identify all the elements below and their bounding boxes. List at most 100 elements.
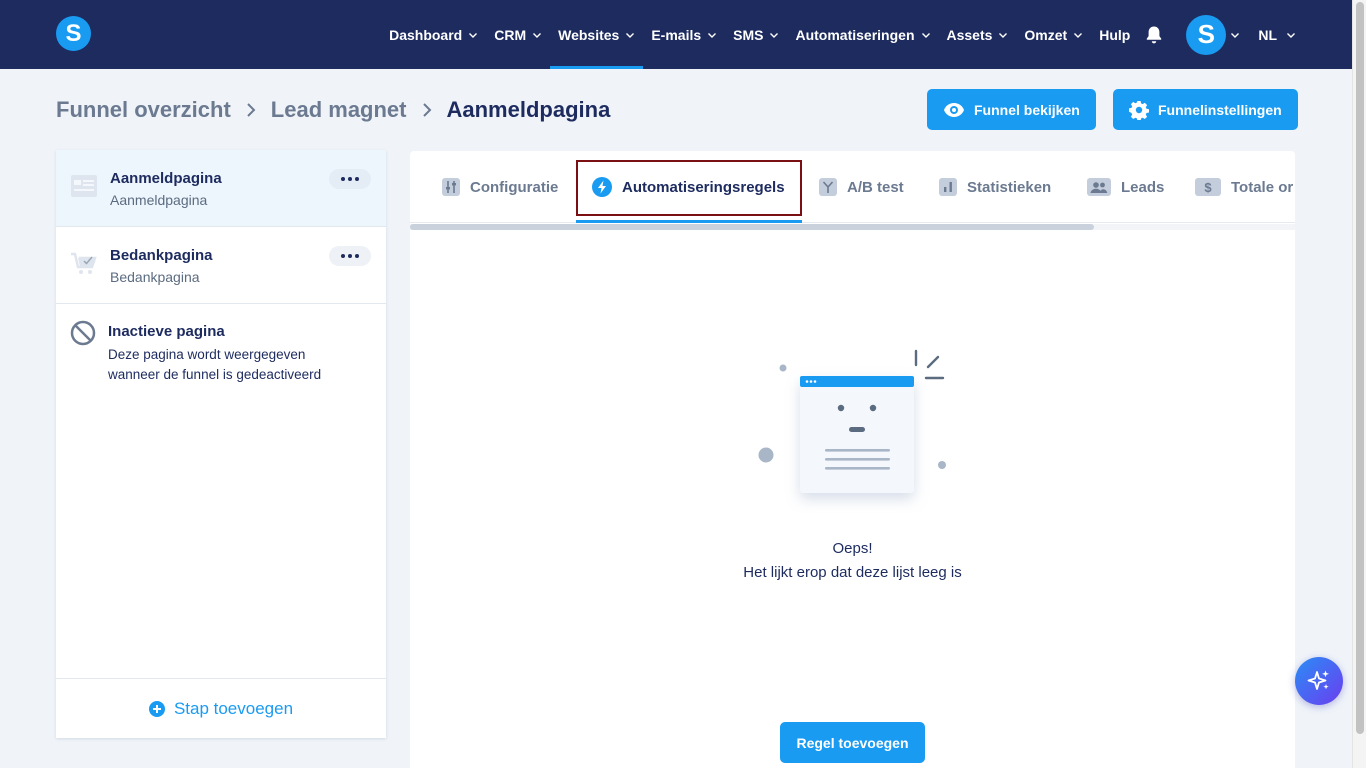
page-title-label: Aanmeldpagina: [110, 170, 222, 187]
nav-item-omzet[interactable]: Omzet: [1016, 0, 1091, 69]
split-icon: [819, 178, 837, 196]
inactive-page-description: Deze pagina wordt weergegeven wanneer de…: [108, 347, 322, 382]
tab-leads[interactable]: Leads: [1087, 151, 1164, 223]
dot: [355, 254, 359, 258]
nav-item-emails[interactable]: E-mails: [643, 0, 725, 69]
add-step-label: Stap toevoegen: [173, 698, 294, 718]
form-page-icon: [71, 175, 97, 197]
tab-label: Configuratie: [470, 178, 559, 196]
chevron-right-icon: [247, 103, 256, 117]
tab-totale-omzet[interactable]: $ Totale or: [1195, 151, 1293, 223]
logo-letter: S: [65, 19, 82, 47]
svg-text:$: $: [1204, 180, 1212, 195]
nav-label: Hulp: [1099, 26, 1131, 43]
chevron-down-icon: [469, 32, 478, 38]
funnel-settings-label: Funnelinstellingen: [1158, 101, 1282, 118]
nav-item-websites[interactable]: Websites: [550, 0, 644, 69]
scrollbar-thumb[interactable]: [1356, 2, 1364, 734]
ai-assistant-button[interactable]: [1295, 657, 1343, 705]
chevron-down-icon: [533, 32, 542, 38]
nav-label: E-mails: [651, 26, 702, 43]
nav-label: Omzet: [1024, 26, 1068, 43]
chevron-down-icon: [999, 32, 1008, 38]
tab-label: A/B test: [847, 178, 904, 196]
tab-label: Statistieken: [967, 178, 1052, 196]
gear-icon: [1129, 100, 1149, 120]
tab-label: Leads: [1121, 178, 1165, 196]
nav-item-hulp[interactable]: Hulp: [1091, 0, 1138, 69]
breadcrumb-funnel-overview[interactable]: Funnel overzicht: [56, 97, 231, 123]
tab-configuratie[interactable]: Configuratie: [442, 151, 558, 223]
users-icon: [1087, 178, 1111, 196]
tab-statistieken[interactable]: Statistieken: [939, 151, 1051, 223]
lightning-icon: [592, 177, 612, 197]
tab-scrollbar-thumb[interactable]: [410, 224, 1094, 230]
add-step-button[interactable]: Stap toevoegen: [56, 678, 386, 738]
plus-circle-icon: [148, 700, 165, 717]
chevron-down-icon: [921, 32, 930, 38]
view-funnel-label: Funnel bekijken: [974, 101, 1080, 118]
empty-state-title: Oeps!: [832, 540, 873, 557]
breadcrumb-lead-magnet[interactable]: Lead magnet: [271, 97, 407, 123]
tab-automatiseringsregels[interactable]: Automatiseringsregels: [576, 151, 802, 223]
inactive-page-item[interactable]: Inactieve pagina Deze pagina wordt weerg…: [56, 304, 386, 394]
chevron-down-icon: [770, 32, 779, 38]
dollar-icon: $: [1195, 178, 1221, 196]
nav-label: Dashboard: [389, 26, 463, 43]
inactive-page-title: Inactieve pagina: [108, 323, 225, 340]
funnel-settings-button[interactable]: Funnelinstellingen: [1113, 89, 1298, 130]
more-options-button[interactable]: [329, 246, 371, 266]
tab-ab-test[interactable]: A/B test: [819, 151, 904, 223]
nav-label: SMS: [733, 26, 764, 43]
chevron-right-icon: [422, 103, 431, 117]
cart-check-icon: [71, 252, 97, 274]
page-scrollbar[interactable]: [1352, 0, 1366, 768]
funnel-steps-panel: Aanmeldpagina Aanmeldpagina Bedankpagina…: [56, 150, 386, 738]
prohibited-icon: [70, 320, 96, 346]
main-nav: Dashboard CRM Websites E-mails SMS Autom…: [381, 0, 1296, 69]
app-logo[interactable]: S: [56, 16, 91, 51]
chevron-down-icon: [1287, 32, 1295, 38]
nav-item-sms[interactable]: SMS: [725, 0, 787, 69]
main-content-panel: Configuratie Automatiseringsregels A/B t…: [410, 151, 1295, 768]
eye-icon: [944, 102, 964, 117]
page-subtitle-label: Bedankpagina: [110, 269, 200, 285]
dot: [348, 254, 352, 258]
language-selector[interactable]: NL: [1248, 0, 1296, 69]
tab-scrollbar[interactable]: [410, 224, 1295, 230]
empty-list-illustration: [758, 349, 946, 493]
nav-label: Websites: [558, 26, 620, 43]
add-rule-button[interactable]: Regel toevoegen: [780, 722, 925, 763]
user-avatar[interactable]: S: [1186, 14, 1227, 55]
chevron-down-icon: [626, 32, 635, 38]
page-subtitle-label: Aanmeldpagina: [110, 192, 208, 208]
sliders-icon: [442, 178, 460, 196]
nav-item-dashboard[interactable]: Dashboard: [381, 0, 486, 69]
nav-label: Automatiseringen: [795, 26, 915, 43]
tab-label: Totale or: [1231, 178, 1294, 196]
nav-item-automatiseringen[interactable]: Automatiseringen: [787, 0, 938, 69]
dot: [341, 254, 345, 258]
page-title: Aanmeldpagina: [446, 97, 611, 122]
dot: [348, 177, 352, 181]
chevron-down-icon: [708, 32, 717, 38]
view-funnel-button[interactable]: Funnel bekijken: [927, 89, 1096, 130]
avatar-letter: S: [1197, 19, 1215, 49]
bar-chart-icon: [939, 178, 957, 196]
page-item-aanmeldpagina[interactable]: Aanmeldpagina Aanmeldpagina: [56, 150, 386, 227]
nav-item-crm[interactable]: CRM: [486, 0, 550, 69]
page-title-label: Bedankpagina: [110, 247, 213, 264]
more-options-button[interactable]: [329, 169, 371, 189]
sparkles-icon: [1307, 670, 1329, 690]
account-menu-toggle[interactable]: [1226, 0, 1248, 69]
nav-label: CRM: [494, 26, 527, 43]
breadcrumb: Funnel overzicht Lead magnet Aanmeldpagi…: [56, 97, 610, 123]
tab-label: Automatiseringsregels: [622, 178, 785, 196]
dot: [355, 177, 359, 181]
chevron-down-icon: [1074, 32, 1083, 38]
page-item-bedankpagina[interactable]: Bedankpagina Bedankpagina: [56, 227, 386, 304]
nav-label: Assets: [946, 26, 993, 43]
nav-item-assets[interactable]: Assets: [939, 0, 1017, 69]
language-label: NL: [1258, 26, 1277, 43]
bell-icon[interactable]: [1142, 0, 1166, 69]
